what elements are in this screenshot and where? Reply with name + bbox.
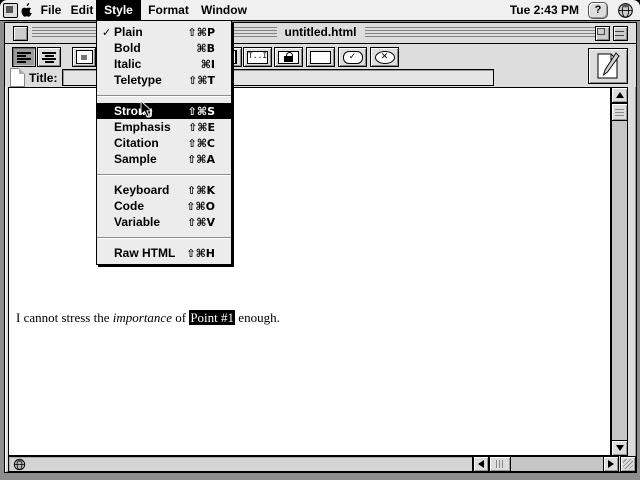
menu-item-plain[interactable]: ✓ Plain ⇧⌘P <box>97 24 231 40</box>
lock-icon <box>278 51 299 64</box>
edit-html-source-button[interactable] <box>588 48 628 84</box>
selected-text: Point #1 <box>189 310 235 325</box>
menu-item-citation[interactable]: Citation ⇧⌘C <box>97 135 231 151</box>
horizontal-scroll-thumb[interactable] <box>489 456 511 472</box>
menu-bar: File Edit Style Format Window Tue 2:43 P… <box>0 0 640 21</box>
scroll-down-button[interactable] <box>611 440 628 456</box>
menu-item-sample[interactable]: Sample ⇧⌘A <box>97 151 231 167</box>
title-field-label: Title: <box>29 71 57 85</box>
page-icon <box>10 68 25 87</box>
menu-item-emphasis[interactable]: Emphasis ⇧⌘E <box>97 119 231 135</box>
menu-format[interactable]: Format <box>143 0 194 20</box>
apple-menu-icon[interactable] <box>20 2 34 18</box>
right-arrow-icon <box>608 460 614 468</box>
vertical-scrollbar[interactable] <box>611 87 628 456</box>
text-segment: enough. <box>235 310 280 325</box>
italic-text-segment: importance <box>113 310 172 325</box>
collapse-box-icon[interactable] <box>613 26 628 41</box>
align-left-icon <box>17 52 31 63</box>
menu-item-keyboard[interactable]: Keyboard ⇧⌘K <box>97 182 231 198</box>
screen: untitled.html T..I <box>0 0 640 480</box>
checkmark-icon: ✓ <box>97 26 114 39</box>
left-arrow-icon <box>478 460 484 468</box>
checkbox-icon: ✕ <box>375 51 395 64</box>
window-title: untitled.html <box>277 23 365 42</box>
menu-separator <box>97 88 231 103</box>
insert-text-field-button[interactable]: T..I <box>243 47 272 67</box>
insert-image-button[interactable] <box>72 47 96 67</box>
menu-file[interactable]: File <box>36 0 66 20</box>
menu-separator <box>97 167 231 182</box>
scroll-left-button[interactable] <box>473 456 489 472</box>
app-icon <box>3 3 18 18</box>
menu-item-bold[interactable]: Bold ⌘B <box>97 40 231 56</box>
menu-item-italic[interactable]: Italic ⌘I <box>97 56 231 72</box>
align-center-icon <box>42 52 56 63</box>
resize-grip[interactable] <box>620 456 636 472</box>
insert-radio-button-button[interactable]: ✓ <box>338 47 367 67</box>
menu-style[interactable]: Style <box>96 0 141 20</box>
menu-item-code[interactable]: Code ⇧⌘O <box>97 198 231 214</box>
menu-window[interactable]: Window <box>196 0 252 20</box>
align-left-button[interactable] <box>12 47 36 67</box>
application-menu-icon[interactable] <box>617 2 634 19</box>
close-box-icon[interactable] <box>13 26 28 41</box>
align-center-button[interactable] <box>37 47 61 67</box>
help-icon[interactable]: ? <box>588 2 608 19</box>
text-segment: I cannot stress the <box>16 310 113 325</box>
image-icon <box>76 50 93 64</box>
insert-checkbox-button[interactable]: ✕ <box>370 47 399 67</box>
status-bar <box>8 456 473 472</box>
text-segment: of <box>172 310 189 325</box>
vertical-scroll-thumb[interactable] <box>611 103 628 121</box>
down-arrow-icon <box>616 445 624 451</box>
menu-item-teletype[interactable]: Teletype ⇧⌘T <box>97 72 231 88</box>
radio-button-icon: ✓ <box>343 51 363 64</box>
insert-password-field-button[interactable] <box>274 47 303 67</box>
document-pencil-icon <box>594 51 622 81</box>
mouse-cursor-icon <box>140 100 156 120</box>
menu-separator <box>97 230 231 245</box>
scroll-right-button[interactable] <box>603 456 619 472</box>
zoom-box-icon[interactable] <box>595 26 610 41</box>
menu-item-variable[interactable]: Variable ⇧⌘V <box>97 214 231 230</box>
text-field-icon: T..I <box>247 51 268 64</box>
menu-item-strong[interactable]: Strong ⇧⌘S <box>97 103 231 119</box>
up-arrow-icon <box>616 92 624 98</box>
menu-item-raw-html[interactable]: Raw HTML ⇧⌘H <box>97 245 231 261</box>
insert-popup-menu-button[interactable] <box>306 47 335 67</box>
menu-bar-clock: Tue 2:43 PM <box>510 3 579 17</box>
menu-edit[interactable]: Edit <box>68 0 96 20</box>
document-text-line: I cannot stress the importance of Point … <box>16 310 280 326</box>
globe-icon <box>13 458 26 471</box>
scroll-up-button[interactable] <box>611 87 628 103</box>
style-menu: ✓ Plain ⇧⌘P Bold ⌘B Italic ⌘I Teletype ⇧… <box>96 20 232 265</box>
popup-menu-icon <box>310 51 331 64</box>
horizontal-scrollbar[interactable] <box>473 456 619 472</box>
